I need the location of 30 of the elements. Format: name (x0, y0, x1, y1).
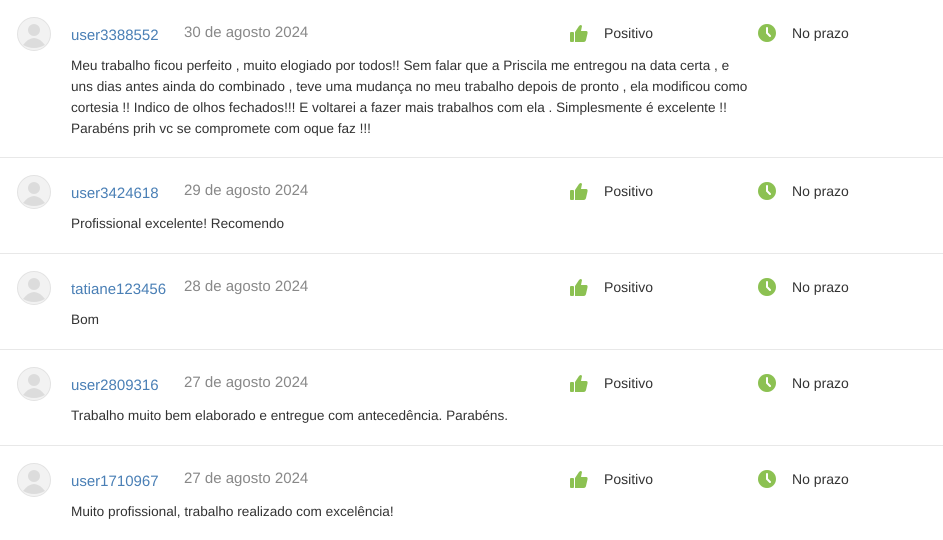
deadline-label: No prazo (792, 183, 849, 199)
review-date: 29 de agosto 2024 (184, 182, 310, 198)
username-link[interactable]: tatiane123456 (71, 280, 184, 298)
avatar-icon (17, 463, 51, 497)
review-comment: Trabalho muito bem elaborado e entregue com antecedência. Parabéns. (71, 407, 510, 425)
rating-label: Positivo (604, 375, 654, 391)
rating-label: Positivo (604, 471, 654, 487)
rating-label: Positivo (604, 25, 654, 41)
review-comment: Muito profissional, trabalho realizado com excelência! (71, 503, 395, 521)
avatar-icon (17, 17, 51, 51)
review-date: 28 de agosto 2024 (184, 278, 310, 294)
review-date: 27 de agosto 2024 (184, 470, 310, 486)
deadline-label: No prazo (792, 471, 849, 487)
rating-label: Positivo (604, 279, 654, 295)
review-comment: Profissional excelente! Recomendo (71, 215, 286, 233)
review-comment: Meu trabalho ficou perfeito , muito elogiado por todos!! Sem falar que a Priscila me entregou na data certa , e uns dias antes ainda do combinado , teve uma mudança no meu trabalho depois de pronto , ela modificou como cortesia !! Indico de olhos fechados!!! E voltarei a fazer mais trabalhos com ela . Simplesmente é excelente !! Parabéns prih vc se compromete com oque faz !!! (71, 57, 748, 138)
avatar-icon (17, 175, 51, 209)
deadline-label: No prazo (792, 25, 849, 41)
review-date: 30 de agosto 2024 (184, 24, 310, 40)
deadline-label: No prazo (792, 375, 849, 391)
review-comment: Bom (71, 311, 100, 329)
review-date: 27 de agosto 2024 (184, 374, 310, 390)
rating-label: Positivo (604, 183, 654, 199)
username-link[interactable]: user2809316 (71, 376, 184, 394)
avatar-icon (17, 367, 51, 401)
username-link[interactable]: user3424618 (71, 184, 184, 202)
deadline-label: No prazo (792, 279, 849, 295)
username-link[interactable]: user3388552 (71, 26, 184, 44)
avatar-icon (17, 271, 51, 305)
username-link[interactable]: user1710967 (71, 472, 184, 490)
